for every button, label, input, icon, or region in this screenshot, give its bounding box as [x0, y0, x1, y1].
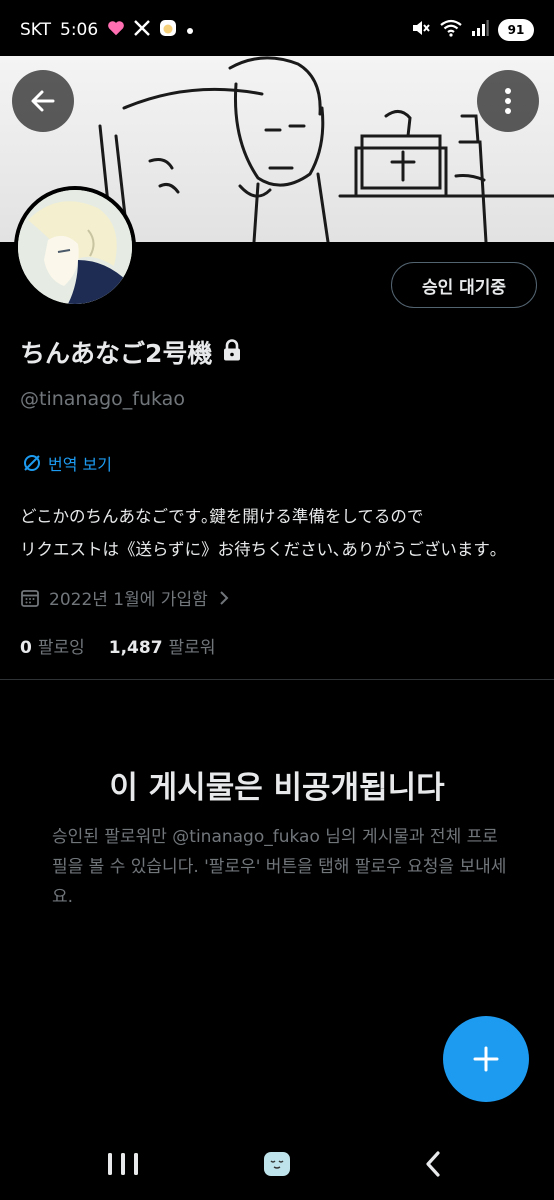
back-button[interactable] — [12, 70, 74, 132]
avatar-drawing — [18, 190, 132, 304]
display-name: ちんあなご2号機 — [20, 339, 213, 368]
section-divider — [0, 679, 554, 680]
heart-icon — [107, 20, 125, 41]
recent-apps-icon — [108, 1153, 138, 1175]
following-label: 팔로잉 — [37, 638, 85, 658]
x-app-icon — [134, 19, 151, 41]
system-nav-bar — [0, 1130, 554, 1200]
chevron-right-icon — [220, 590, 229, 605]
status-bar: SKT 5:06 91 — [0, 0, 554, 60]
compose-button[interactable] — [443, 1016, 529, 1102]
signal-icon — [471, 19, 489, 42]
status-bar-left: SKT 5:06 — [20, 19, 194, 42]
system-back-button[interactable] — [403, 1144, 463, 1184]
join-date-row[interactable]: 2022년 1월에 가입함 — [20, 585, 231, 610]
pending-approval-button[interactable]: 승인 대기중 — [391, 262, 537, 308]
back-icon — [426, 1151, 440, 1177]
carrier-label: SKT — [20, 20, 52, 40]
private-notice-description: 승인된 팔로워만 @tinanago_fukao 님의 게시물과 전체 프로필을… — [52, 827, 507, 907]
clock: 5:06 — [60, 20, 99, 40]
translate-link[interactable]: 번역 보기 — [22, 451, 112, 475]
avatar[interactable] — [14, 186, 136, 308]
plus-icon — [473, 1046, 499, 1072]
followers-count: 1,487 — [108, 638, 163, 658]
followers-link[interactable]: 1,487 팔로워 — [109, 633, 216, 658]
calendar-icon — [21, 589, 39, 607]
lock-icon — [222, 339, 242, 365]
follow-stats: 0 팔로잉 1,487 팔로워 — [20, 633, 215, 658]
more-vertical-icon — [505, 88, 511, 114]
name-row: ちんあなご2号機 — [20, 334, 242, 370]
user-handle: @tinanago_fukao — [20, 388, 185, 410]
battery-icon: 91 — [498, 19, 534, 41]
following-count: 0 — [20, 638, 32, 658]
mute-icon — [411, 19, 431, 42]
arrow-left-icon — [31, 90, 55, 112]
private-notice-title: 이 게시물은 비공개됩니다 — [109, 770, 445, 806]
translate-icon — [24, 455, 40, 471]
wifi-icon — [440, 19, 462, 42]
recent-apps-button[interactable] — [93, 1144, 153, 1184]
following-link[interactable]: 0 팔로잉 — [20, 633, 85, 658]
face-app-icon — [159, 19, 177, 42]
dot-icon — [186, 20, 194, 40]
home-button[interactable] — [247, 1144, 307, 1184]
join-date: 2022년 1월에 가입함 — [49, 590, 208, 610]
more-options-button[interactable] — [477, 70, 539, 132]
profile-bio: どこかのちんあなごです｡鍵を開ける準備をしてるので リクエストは《送らずに》お待… — [20, 507, 499, 559]
status-bar-right: 91 — [411, 19, 534, 42]
followers-label: 팔로워 — [168, 638, 216, 658]
translate-label[interactable]: 번역 보기 — [48, 451, 112, 475]
home-icon — [264, 1152, 290, 1176]
